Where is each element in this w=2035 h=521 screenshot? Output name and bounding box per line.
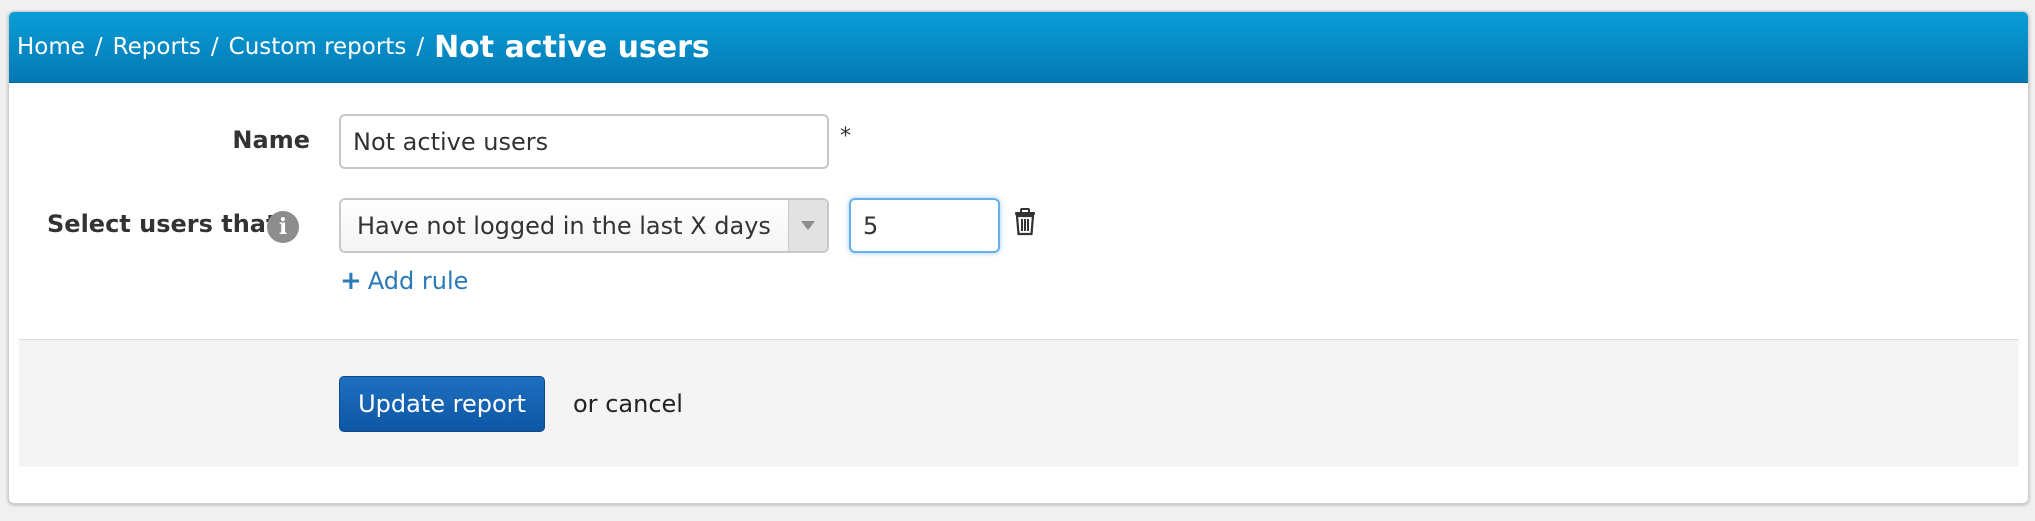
select-users-label: Select users that (47, 210, 278, 238)
report-panel: Home / Reports / Custom reports / Not ac… (8, 11, 2029, 504)
breadcrumb-separator: / (416, 34, 425, 60)
days-input[interactable] (849, 198, 1000, 253)
breadcrumb: Home / Reports / Custom reports / Not ac… (17, 30, 710, 65)
or-cancel: or cancel (573, 390, 683, 418)
add-rule-label: Add rule (367, 267, 469, 295)
rule-type-select[interactable]: Have not logged in the last X days (339, 198, 829, 253)
breadcrumb-separator: / (210, 34, 219, 60)
breadcrumb-home[interactable]: Home (17, 34, 85, 60)
breadcrumb-reports[interactable]: Reports (113, 34, 201, 60)
page-header: Home / Reports / Custom reports / Not ac… (9, 12, 2028, 83)
chevron-down-icon (788, 200, 827, 251)
or-text: or (573, 390, 598, 418)
breadcrumb-custom-reports[interactable]: Custom reports (229, 34, 407, 60)
name-input[interactable] (339, 114, 829, 169)
trash-icon[interactable] (1013, 208, 1037, 240)
rule-type-selected: Have not logged in the last X days (357, 211, 771, 240)
cancel-link[interactable]: cancel (605, 390, 683, 418)
required-marker: * (840, 124, 851, 149)
update-report-button[interactable]: Update report (339, 376, 545, 432)
form-actions: Update report or cancel (19, 339, 2019, 467)
breadcrumb-separator: / (94, 34, 103, 60)
page-title: Not active users (434, 29, 710, 65)
name-label: Name (232, 126, 310, 154)
add-rule-link[interactable]: + Add rule (340, 266, 468, 296)
info-icon[interactable]: i (267, 211, 299, 243)
plus-icon: + (340, 266, 362, 296)
